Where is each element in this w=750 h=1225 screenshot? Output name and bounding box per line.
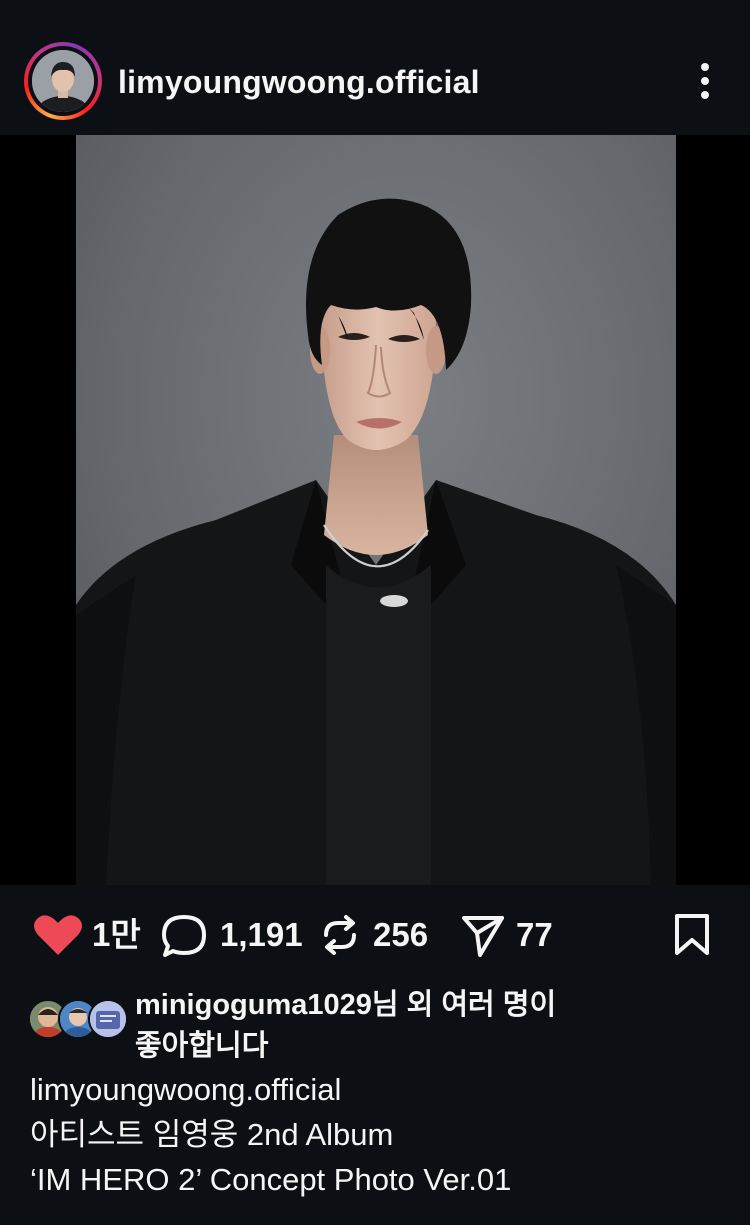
post-media[interactable] (0, 135, 750, 885)
more-vertical-icon[interactable] (690, 58, 720, 104)
share-button[interactable]: 77 (460, 913, 560, 957)
bookmark-icon[interactable] (672, 913, 712, 962)
save-button[interactable] (672, 913, 712, 955)
comment-bubble-icon[interactable] (160, 913, 210, 964)
likes-text-line1: minigoguma1029님 외 여러 명이 (135, 989, 557, 1021)
liker-avatars[interactable] (28, 999, 128, 1039)
likes-summary[interactable]: minigoguma1029님 외 여러 명이 좋아합니다 (28, 985, 728, 1065)
post-caption: limyoungwoong.official 아티스트 임영웅 2nd Albu… (30, 1067, 730, 1202)
likes-text-line2: 좋아합니다 (135, 1030, 269, 1062)
post-photo[interactable] (76, 135, 676, 885)
share-count: 77 (516, 916, 553, 953)
like-button[interactable]: 1만 (32, 913, 142, 955)
comment-button[interactable]: 1,191 (160, 913, 303, 957)
caption-line1: 아티스트 임영웅 2nd Album (30, 1117, 394, 1152)
caption-username[interactable]: limyoungwoong.official (30, 1067, 730, 1112)
liker-avatar[interactable] (88, 999, 128, 1039)
post-username[interactable]: limyoungwoong.official (118, 62, 480, 102)
caption-line2: ‘IM HERO 2’ Concept Photo Ver.01 (30, 1162, 512, 1197)
like-count: 1만 (92, 916, 141, 953)
avatar[interactable] (32, 50, 94, 112)
repost-count: 256 (373, 916, 429, 953)
profile-avatar-story-ring[interactable] (24, 42, 102, 120)
post-header: limyoungwoong.official (0, 0, 750, 135)
repost-icon[interactable] (318, 913, 362, 962)
send-icon[interactable] (460, 913, 506, 962)
repost-button[interactable]: 256 (318, 913, 438, 955)
post-actions: 1만 1,191 256 77 (0, 885, 750, 980)
heart-filled-icon[interactable] (32, 913, 84, 962)
comment-count: 1,191 (220, 916, 303, 953)
likes-text: minigoguma1029님 외 여러 명이 좋아합니다 (135, 985, 695, 1067)
